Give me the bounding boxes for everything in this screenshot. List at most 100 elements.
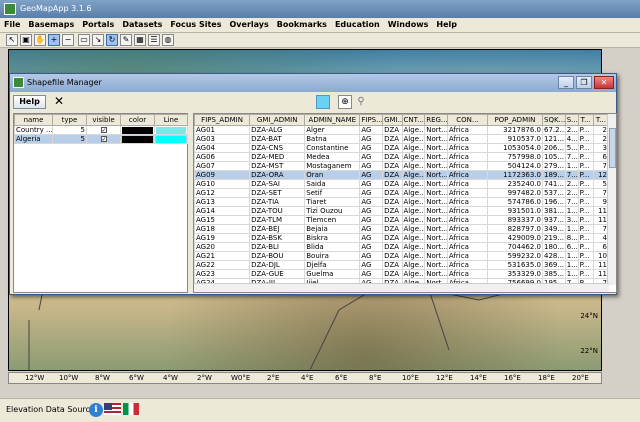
table-cell: Nort... [424, 188, 448, 198]
attr-col-header[interactable]: GMI_ADMIN [249, 114, 306, 126]
shapefile-manager-dialog: Shapefile Manager _ ❐ ✕ Help ✕ ⊕ ⚲ name … [9, 73, 617, 295]
pan-hand-icon[interactable]: ✋ [34, 34, 46, 46]
attr-col-header[interactable]: CNT... [401, 114, 426, 126]
table-row[interactable]: AG10 DZA-SAI Saida AG DZA Alge... Nort... Afric… [194, 179, 610, 189]
dialog-icon [13, 77, 24, 88]
table-row[interactable]: AG04 DZA-CNS Constantine AG DZA Alge... Nort..… [194, 143, 610, 153]
zoom-out-icon[interactable]: − [62, 34, 74, 46]
table-row[interactable]: AG21 DZA-BOU Bouira AG DZA Alge... Nort... Afri… [194, 251, 610, 261]
attr-col-header[interactable]: CON... [446, 114, 488, 126]
col-header-line[interactable]: Line [154, 114, 188, 126]
lon-label: 18°E [538, 374, 555, 382]
layer-color-cell[interactable] [120, 125, 155, 135]
table-row[interactable]: AG20 DZA-BLI Blida AG DZA Alge... Nort... Afric… [194, 242, 610, 252]
table-row[interactable]: AG07 DZA-MST Mostaganem AG DZA Alge... Nort...… [194, 161, 610, 171]
table-row[interactable]: AG22 DZA-DJL Djelfa AG DZA Alge... Nort... Afri… [194, 260, 610, 270]
table-cell: 1... [564, 269, 579, 279]
table-row[interactable]: AG23 DZA-GUE Guelma AG DZA Alge... Nort... Afri… [194, 269, 610, 279]
col-header-color[interactable]: color [120, 114, 155, 126]
attr-col-header[interactable]: GMI... [382, 114, 403, 126]
menu-windows[interactable]: Windows [384, 18, 433, 31]
menu-focus-sites[interactable]: Focus Sites [166, 18, 225, 31]
vertical-scrollbar[interactable] [607, 114, 616, 285]
scroll-thumb[interactable] [609, 128, 616, 168]
attr-col-header[interactable]: T... [577, 114, 594, 126]
layer-color-cell[interactable] [120, 134, 155, 144]
attr-col-header[interactable]: POP_ADMIN [486, 114, 544, 126]
select-area-icon[interactable]: ▭ [78, 34, 90, 46]
menu-overlays[interactable]: Overlays [226, 18, 273, 31]
table-row[interactable]: AG06 DZA-MED Medea AG DZA Alge... Nort... Afric… [194, 152, 610, 162]
window-close-button[interactable]: ✕ [594, 76, 614, 89]
table-row[interactable]: AG13 DZA-TIA Tiaret AG DZA Alge... Nort... Afri… [194, 197, 610, 207]
table-cell: 1053054.0 [486, 143, 544, 153]
select-tool-icon[interactable] [316, 95, 330, 109]
globe-icon[interactable]: ◍ [162, 34, 174, 46]
table-cell: DZA [382, 170, 403, 180]
col-header-visible[interactable]: visible [86, 114, 121, 126]
info-icon[interactable]: i [89, 403, 103, 417]
attr-col-header[interactable]: FIPS... [359, 114, 384, 126]
table-row[interactable]: AG03 DZA-BAT Batna AG DZA Alge... Nort... Afric… [194, 134, 610, 144]
table-cell: 7... [564, 170, 579, 180]
layer-row[interactable]: Country ... 5 ✓ [14, 125, 188, 135]
menu-portals[interactable]: Portals [78, 18, 118, 31]
pointer-tool-icon[interactable]: ↖ [6, 34, 18, 46]
table-cell: AG13 [194, 197, 251, 207]
help-button[interactable]: Help [13, 95, 46, 109]
table-cell: Alge... [401, 233, 426, 243]
horizontal-scrollbar[interactable] [194, 283, 609, 292]
visible-checkbox[interactable]: ✓ [100, 127, 107, 134]
layer-line-cell[interactable] [154, 134, 188, 144]
table-cell: Africa [446, 134, 488, 144]
layer-row[interactable]: Algeria 5 ✓ [14, 134, 188, 144]
layers-icon[interactable]: ☰ [148, 34, 160, 46]
menu-datasets[interactable]: Datasets [118, 18, 166, 31]
col-header-name[interactable]: name [14, 114, 53, 126]
grid-icon[interactable]: ▦ [134, 34, 146, 46]
table-row[interactable]: AG09 DZA-ORA Oran AG DZA Alge... Nort... Africa… [194, 170, 610, 180]
attr-col-header[interactable]: ADMIN_NAME [304, 114, 361, 126]
table-row[interactable]: AG19 DZA-BSK Biskra AG DZA Alge... Nort... Afri… [194, 233, 610, 243]
table-row[interactable]: AG15 DZA-TLM Tlemcen AG DZA Alge... Nort... Afr… [194, 215, 610, 225]
zoom-to-icon[interactable]: ⊕ [338, 95, 352, 109]
menu-help[interactable]: Help [432, 18, 461, 31]
col-header-type[interactable]: type [52, 114, 87, 126]
pin-icon[interactable]: ⚲ [354, 95, 368, 109]
table-row[interactable]: AG14 DZA-TOU Tizi Ouzou AG DZA Alge... Nort...… [194, 206, 610, 216]
visible-checkbox[interactable]: ✓ [100, 136, 107, 143]
menu-education[interactable]: Education [331, 18, 384, 31]
line-swatch[interactable] [156, 126, 186, 134]
menu-bookmarks[interactable]: Bookmarks [273, 18, 331, 31]
digitize-icon[interactable]: ✎ [120, 34, 132, 46]
attr-col-header[interactable]: FIPS_ADMIN [194, 114, 251, 126]
us-flag-icon[interactable] [104, 403, 121, 415]
profile-icon[interactable]: ↘ [92, 34, 104, 46]
line-swatch[interactable] [156, 135, 186, 143]
close-layer-icon[interactable]: ✕ [52, 95, 66, 109]
table-cell: Nort... [424, 224, 448, 234]
menu-file[interactable]: File [0, 18, 24, 31]
layer-line-cell[interactable] [154, 125, 188, 135]
italy-flag-icon[interactable] [123, 403, 139, 415]
table-cell: DZA [382, 125, 403, 135]
table-cell: AG21 [194, 251, 251, 261]
table-row[interactable]: AG01 DZA-ALG Alger AG DZA Alge... Nort... Afric… [194, 125, 610, 135]
table-row[interactable]: AG12 DZA-SET Setif AG DZA Alge... Nort... Afric… [194, 188, 610, 198]
color-swatch[interactable] [122, 135, 153, 143]
menu-basemaps[interactable]: Basemaps [24, 18, 78, 31]
attr-col-header[interactable]: REG... [424, 114, 448, 126]
table-cell: Batna [304, 134, 361, 144]
attr-col-header[interactable]: SQK... [542, 114, 566, 126]
refresh-icon[interactable]: ↻ [106, 34, 118, 46]
table-cell: 3... [564, 215, 579, 225]
attr-col-header[interactable]: S... [564, 114, 579, 126]
maximize-button[interactable]: ❐ [576, 76, 592, 89]
save-icon[interactable]: ▣ [20, 34, 32, 46]
attribute-table: FIPS_ADMIN GMI_ADMIN ADMIN_NAME FIPS... GMI.… [194, 114, 610, 292]
color-swatch[interactable] [122, 126, 153, 134]
table-cell: Alge... [401, 269, 426, 279]
table-row[interactable]: AG18 DZA-BEJ Bejaia AG DZA Alge... Nort... Afri… [194, 224, 610, 234]
zoom-in-icon[interactable]: + [48, 34, 60, 46]
minimize-button[interactable]: _ [558, 76, 574, 89]
